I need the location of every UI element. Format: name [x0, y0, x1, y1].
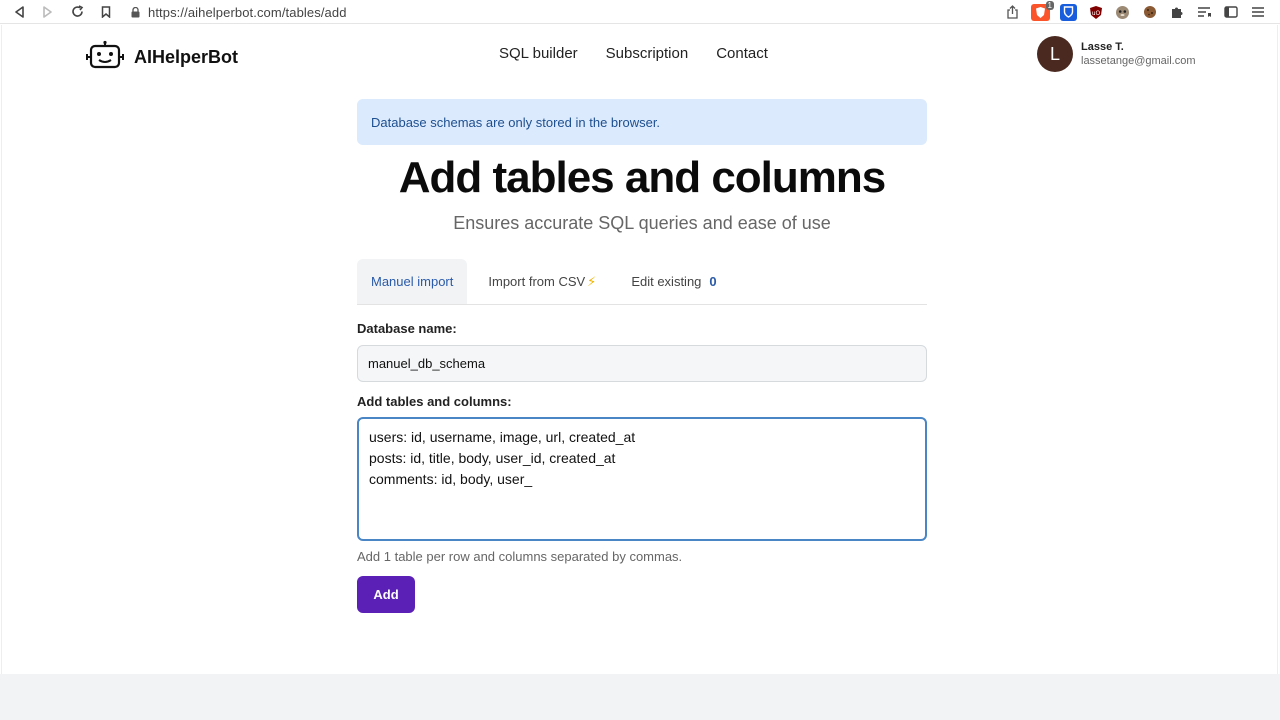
- url-text: https://aihelperbot.com/tables/add: [148, 4, 347, 20]
- logo-text: AIHelperBot: [134, 47, 239, 67]
- info-alert: Database schemas are only stored in the …: [357, 99, 927, 145]
- menu-icon[interactable]: [1249, 4, 1266, 21]
- user-email: lassetange@gmail.com: [1081, 55, 1196, 67]
- nav-subscription[interactable]: Subscription: [606, 45, 689, 62]
- lock-icon: [130, 6, 140, 18]
- nav-contact[interactable]: Contact: [716, 45, 768, 62]
- page-title: Add tables and columns: [398, 153, 887, 202]
- web-page: AIHelperBot SQL builder Subscription Con…: [1, 25, 1278, 720]
- reading-list-icon[interactable]: [1195, 4, 1212, 21]
- user-name: Lasse T.: [1081, 41, 1124, 53]
- tab-label: Import from CSV: [488, 274, 586, 289]
- bookmark-icon[interactable]: [97, 3, 115, 21]
- sloth-extension-icon[interactable]: [1114, 4, 1131, 21]
- site-logo[interactable]: AIHelperBot: [86, 40, 238, 75]
- tab-count-badge: 0: [709, 274, 717, 289]
- brave-shield-icon[interactable]: 1: [1031, 0, 1054, 21]
- bitwarden-icon[interactable]: [1060, 3, 1077, 21]
- tables-columns-textarea[interactable]: users: id, username, image, url, created…: [357, 417, 927, 541]
- address-bar[interactable]: https://aihelperbot.com/tables/add: [130, 2, 347, 22]
- user-profile[interactable]: L Lasse T. lassetange@gmail.com: [1037, 36, 1196, 72]
- browser-toolbar: https://aihelperbot.com/tables/add 1 uO: [0, 0, 1280, 24]
- share-icon[interactable]: [1004, 4, 1021, 21]
- ublock-icon[interactable]: uO: [1087, 4, 1104, 21]
- import-tabs: Manuel import Import from CSV ⚡ Edit exi…: [357, 259, 927, 305]
- tab-import-csv[interactable]: Import from CSV ⚡: [474, 259, 610, 304]
- database-name-label: Database name:: [357, 321, 457, 336]
- forward-icon[interactable]: [39, 3, 57, 21]
- page-subtitle: Ensures accurate SQL queries and ease of…: [453, 213, 831, 233]
- sidebar-toggle-icon[interactable]: [1222, 4, 1239, 21]
- tab-label: Manuel import: [371, 274, 454, 289]
- input-hint: Add 1 table per row and columns separate…: [357, 549, 683, 564]
- main-navigation: SQL builder Subscription Contact: [499, 45, 768, 62]
- tab-label: Edit existing: [631, 274, 702, 289]
- cookie-icon[interactable]: [1141, 4, 1158, 21]
- add-button[interactable]: Add: [357, 576, 415, 613]
- puzzle-extensions-icon[interactable]: [1168, 4, 1185, 21]
- back-icon[interactable]: [10, 3, 28, 21]
- tables-columns-label: Add tables and columns:: [357, 394, 512, 409]
- nav-sql-builder[interactable]: SQL builder: [499, 45, 578, 62]
- tab-edit-existing[interactable]: Edit existing 0: [617, 259, 730, 304]
- alert-text: Database schemas are only stored in the …: [371, 114, 661, 130]
- footer-strip: [0, 674, 1280, 720]
- svg-text:uO: uO: [1091, 10, 1100, 17]
- brave-badge: 1: [1045, 0, 1054, 10]
- database-name-input[interactable]: [357, 345, 927, 382]
- avatar: L: [1037, 36, 1073, 72]
- reload-icon[interactable]: [68, 3, 86, 21]
- robot-icon: [86, 40, 124, 75]
- lightning-icon: ⚡: [587, 273, 597, 289]
- tab-manuel-import[interactable]: Manuel import: [357, 259, 468, 304]
